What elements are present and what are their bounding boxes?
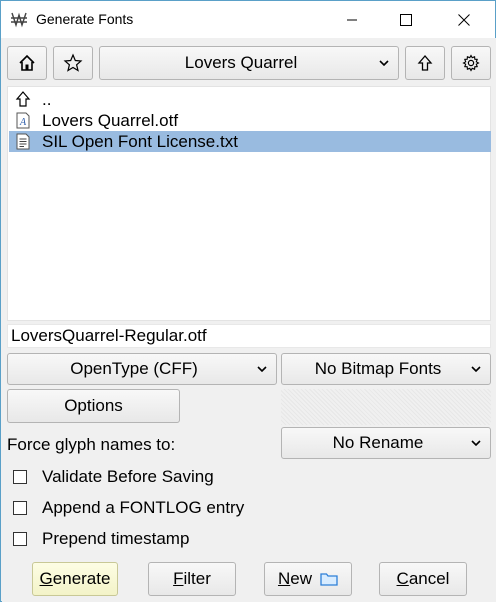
close-icon [458,13,470,26]
generate-fonts-dialog: Generate Fonts Lovers Quarrel .. A Lover… [0,0,496,602]
star-icon [63,53,83,72]
home-icon [19,54,35,71]
file-name: Lovers Quarrel.otf [42,111,179,130]
list-item[interactable]: SIL Open Font License.txt [9,131,491,152]
maximize-icon [400,13,412,26]
font-format-combo[interactable]: OpenType (CFF) [7,353,277,385]
new-label: New [277,569,312,588]
chevron-down-icon [471,366,481,372]
minimize-icon [347,19,357,20]
options-label: Options [64,396,123,415]
validate-checkbox[interactable] [13,470,27,484]
gear-icon [462,54,480,72]
home-button[interactable] [7,46,47,80]
svg-text:A: A [19,117,27,128]
glyph-rename-value: No Rename [332,433,424,452]
bitmap-format-value: No Bitmap Fonts [314,359,442,378]
folder-combo-value: Lovers Quarrel [184,53,298,72]
chevron-down-icon [471,440,481,446]
folder-combo[interactable]: Lovers Quarrel [99,46,399,80]
parent-folder-button[interactable] [405,46,445,80]
cancel-label: Cancel [396,569,450,588]
cancel-button[interactable]: Cancel [379,562,467,596]
timestamp-label: Prepend timestamp [42,529,190,548]
file-list[interactable]: .. A Lovers Quarrel.otf SIL Open Font Li… [7,86,491,321]
dialog-body: Lovers Quarrel .. A Lovers Quarrel.otf S… [2,38,496,602]
validate-label: Validate Before Saving [42,467,214,486]
fontlog-label: Append a FONTLOG entry [42,498,245,517]
new-folder-button[interactable]: New [264,562,352,596]
minimize-button[interactable] [329,1,375,38]
list-item[interactable]: .. [9,89,491,110]
list-item[interactable]: A Lovers Quarrel.otf [9,110,491,131]
window-title: Generate Fonts [36,11,134,27]
chevron-down-icon [257,366,267,372]
bitmap-format-combo[interactable]: No Bitmap Fonts [281,353,491,385]
bookmark-button[interactable] [53,46,93,80]
filename-input[interactable]: LoversQuarrel-Regular.otf [7,324,491,348]
up-arrow-icon [417,55,433,71]
up-arrow-icon [15,91,31,107]
settings-button[interactable] [451,46,491,80]
close-button[interactable] [441,1,487,38]
fontlog-checkbox[interactable] [13,501,27,515]
font-file-icon: A [16,112,30,129]
glyph-rename-combo[interactable]: No Rename [281,427,491,459]
folder-icon [320,573,338,586]
file-name: .. [42,90,52,109]
generate-button[interactable]: Generate [32,562,118,596]
file-name: SIL Open Font License.txt [42,132,238,151]
disabled-placeholder [281,389,491,425]
font-format-value: OpenType (CFF) [70,359,198,378]
filter-button[interactable]: Filter [148,562,236,596]
filter-label: Filter [173,569,211,588]
title-bar: Generate Fonts [1,1,495,38]
chevron-down-icon [379,60,389,66]
options-button[interactable]: Options [7,389,180,423]
maximize-button[interactable] [383,1,429,38]
text-file-icon [16,133,30,150]
timestamp-checkbox[interactable] [13,532,27,546]
force-glyph-names-label: Force glyph names to: [7,435,176,454]
fontforge-app-icon [11,12,27,28]
generate-label: Generate [39,569,111,588]
